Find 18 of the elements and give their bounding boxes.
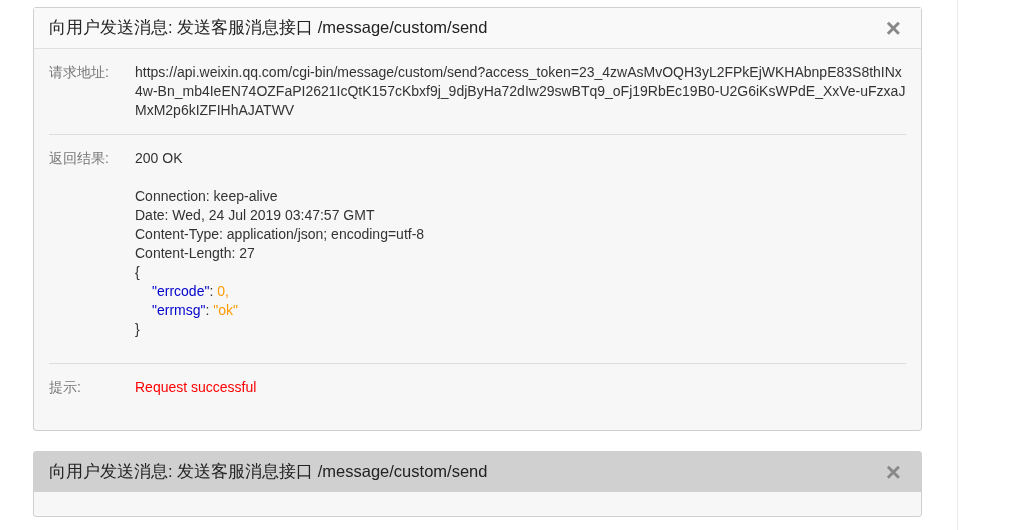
panel-header[interactable]: 向用户发送消息: 发送客服消息接口 /message/custom/send × bbox=[34, 8, 921, 49]
json-brace: } bbox=[135, 320, 141, 339]
json-line: "errmsg": "ok" bbox=[151, 301, 239, 320]
response-header: Connection: keep-alive bbox=[135, 187, 279, 206]
field-label: 请求地址: bbox=[49, 63, 110, 82]
json-line: "errcode": 0, bbox=[151, 282, 230, 301]
request-url: https://api.weixin.qq.com/cgi-bin/message/custom/send?access_token=23_4zwAsMvOQH3yL2FPkEjWKHAbnpE83S8thINx4w-Bn_mb4IeEN74OZFaPI2621IcQtK157cKbxf9j_9djByHa72dIw29swBTq9_oFj19RbEc19B0-U2G6iKsWPdE_XxVe-uFzxaJMxM2p6kIZFIHhAJATWV bbox=[135, 63, 906, 120]
field-label: 提示: bbox=[49, 378, 82, 397]
response-header: Content-Length: 27 bbox=[135, 244, 256, 263]
response-header: Content-Type: application/json; encoding=utf-8 bbox=[135, 225, 426, 244]
panel-header[interactable]: 向用户发送消息: 发送客服消息接口 /message/custom/send × bbox=[34, 452, 921, 492]
response-header: Date: Wed, 24 Jul 2019 03:47:57 GMT bbox=[135, 206, 376, 225]
status-text: 200 OK bbox=[135, 149, 184, 168]
panel-title: 向用户发送消息: 发送客服消息接口 /message/custom/send bbox=[49, 461, 488, 482]
notice-text: Request successful bbox=[135, 378, 258, 397]
field-label: 返回结果: bbox=[49, 149, 110, 168]
panel-title: 向用户发送消息: 发送客服消息接口 /message/custom/send bbox=[49, 17, 488, 38]
json-brace: { bbox=[135, 263, 141, 282]
